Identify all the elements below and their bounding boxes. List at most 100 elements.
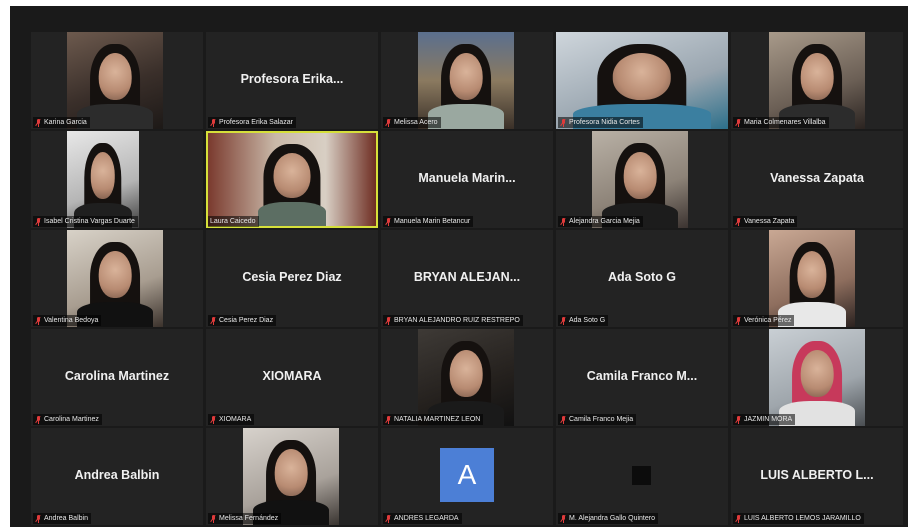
participant-name: Karina Garcia (44, 119, 87, 126)
participant-display-name: Carolina Martinez (64, 369, 170, 383)
participant-display-name: LUIS ALBERTO L... (760, 468, 874, 482)
participant-display-name: Cesia Perez Diaz (242, 270, 342, 284)
participant-name: Valentina Bedoya (44, 317, 99, 324)
mic-muted-icon (385, 118, 391, 127)
participant-nameplate: Manuela Marin Betancur (383, 216, 474, 227)
participant-tile-alejandra-garcia-mejia[interactable]: Alejandra Garcia Mejia (556, 131, 728, 228)
participant-display-name: Andrea Balbin (74, 468, 160, 482)
participant-nameplate: Profesora Erika Salazar (208, 117, 296, 128)
mic-muted-icon (210, 514, 216, 523)
participant-tile-bryan-alejandro-ruiz-restrepo[interactable]: BRYAN ALEJAN... BRYAN ALEJANDRO RUIZ RES… (381, 230, 553, 327)
participant-tile-profesora-erika-salazar[interactable]: Profesora Erika... Profesora Erika Salaz… (206, 32, 378, 129)
participant-tile-melissa-fernandez[interactable]: Melissa Fernández (206, 428, 378, 525)
participant-name: Laura Caicedo (210, 218, 256, 225)
mic-muted-icon (560, 514, 566, 523)
mic-muted-icon (385, 514, 391, 523)
participant-video (243, 428, 339, 525)
participant-nameplate: ANDRES LEGARDA (383, 513, 462, 524)
meeting-window: Karina Garcia Profesora Erika... Profeso… (10, 6, 908, 527)
participant-tile-cesia-perez-diaz[interactable]: Cesia Perez Diaz Cesia Perez Diaz (206, 230, 378, 327)
participant-video (208, 133, 376, 226)
participant-name: Alejandra Garcia Mejia (569, 218, 640, 225)
participant-name: Verónica Pérez (744, 317, 792, 324)
participant-tile-melissa-acero[interactable]: Melissa Acero (381, 32, 553, 129)
mic-muted-icon (385, 217, 391, 226)
mic-muted-icon (560, 217, 566, 226)
gallery-grid: Karina Garcia Profesora Erika... Profeso… (31, 32, 903, 525)
participant-tile-m-alejandra-gallo-quintero[interactable]: M. Alejandra Gallo Quintero (556, 428, 728, 525)
participant-name: Vanessa Zapata (744, 218, 795, 225)
mic-muted-icon (385, 415, 391, 424)
mic-muted-icon (560, 415, 566, 424)
avatar (632, 466, 651, 485)
participant-nameplate: NATALIA MARTINEZ LEON (383, 414, 484, 425)
participant-tile-andres-legarda[interactable]: A ANDRES LEGARDA (381, 428, 553, 525)
mic-muted-icon (35, 316, 41, 325)
participant-nameplate: Verónica Pérez (733, 315, 795, 326)
participant-name: Maria Colmenares Villalba (744, 119, 826, 126)
participant-video (769, 32, 865, 129)
participant-display-name: Ada Soto G (607, 270, 677, 284)
participant-name: Cesia Perez Diaz (219, 317, 274, 324)
participant-video (769, 230, 855, 327)
mic-muted-icon (560, 118, 566, 127)
participant-display-name: Manuela Marin... (418, 171, 516, 185)
participant-nameplate: Karina Garcia (33, 117, 90, 128)
participant-tile-laura-caicedo[interactable]: Laura Caicedo (206, 131, 378, 228)
participant-tile-andrea-balbin[interactable]: Andrea Balbin Andrea Balbin (31, 428, 203, 525)
participant-nameplate: Carolina Martinez (33, 414, 102, 425)
participant-tile-camila-franco-mejia[interactable]: Camila Franco M... Camila Franco Mejia (556, 329, 728, 426)
mic-muted-icon (35, 415, 41, 424)
participant-tile-luis-alberto-lemos-jaramillo[interactable]: LUIS ALBERTO L... LUIS ALBERTO LEMOS JAR… (731, 428, 903, 525)
participant-name: Melissa Acero (394, 119, 438, 126)
participant-name: Manuela Marin Betancur (394, 218, 471, 225)
participant-name: ANDRES LEGARDA (394, 515, 459, 522)
participant-tile-isabel-cristina-vargas-duarte[interactable]: Isabel Cristina Vargas Duarte (31, 131, 203, 228)
participant-name: Profesora Erika Salazar (219, 119, 293, 126)
participant-tile-veronica-perez[interactable]: Verónica Pérez (731, 230, 903, 327)
participant-nameplate: Ada Soto G (558, 315, 609, 326)
participant-display-name: Profesora Erika... (240, 72, 344, 86)
participant-nameplate: Valentina Bedoya (33, 315, 102, 326)
participant-nameplate: Maria Colmenares Villalba (733, 117, 829, 128)
participant-tile-carolina-martinez[interactable]: Carolina Martinez Carolina Martinez (31, 329, 203, 426)
participant-tile-valentina-bedoya[interactable]: Valentina Bedoya (31, 230, 203, 327)
mic-muted-icon (210, 118, 216, 127)
participant-name: BRYAN ALEJANDRO RUIZ RESTREPO (394, 317, 520, 324)
mic-muted-icon (35, 118, 41, 127)
mic-muted-icon (35, 514, 41, 523)
participant-tile-vanessa-zapata[interactable]: Vanessa Zapata Vanessa Zapata (731, 131, 903, 228)
participant-tile-natalia-martinez-leon[interactable]: NATALIA MARTINEZ LEON (381, 329, 553, 426)
participant-nameplate: Andrea Balbin (33, 513, 91, 524)
participant-display-name: XIOMARA (262, 369, 322, 383)
participant-nameplate: Profesora Nidia Cortes (558, 117, 643, 128)
participant-display-name: BRYAN ALEJAN... (413, 270, 521, 284)
mic-muted-icon (735, 514, 741, 523)
participant-video (556, 32, 728, 129)
mic-muted-icon (735, 316, 741, 325)
participant-name: XIOMARA (219, 416, 252, 423)
participant-nameplate: Camila Franco Mejia (558, 414, 637, 425)
participant-name: Ada Soto G (569, 317, 606, 324)
participant-name: LUIS ALBERTO LEMOS JARAMILLO (744, 515, 861, 522)
participant-video (67, 131, 139, 228)
participant-tile-manuela-marin-betancur[interactable]: Manuela Marin... Manuela Marin Betancur (381, 131, 553, 228)
participant-nameplate: XIOMARA (208, 414, 255, 425)
participant-tile-jazmin-mora[interactable]: JAZMIN MORA (731, 329, 903, 426)
participant-nameplate: LUIS ALBERTO LEMOS JARAMILLO (733, 513, 864, 524)
participant-nameplate: Melissa Acero (383, 117, 441, 128)
mic-muted-icon (210, 415, 216, 424)
participant-tile-xiomara[interactable]: XIOMARA XIOMARA (206, 329, 378, 426)
participant-tile-maria-colmenares-villalba[interactable]: Maria Colmenares Villalba (731, 32, 903, 129)
participant-tile-karina-garcia[interactable]: Karina Garcia (31, 32, 203, 129)
participant-video (769, 329, 865, 426)
participant-video (67, 230, 163, 327)
participant-nameplate: M. Alejandra Gallo Quintero (558, 513, 658, 524)
mic-muted-icon (210, 316, 216, 325)
participant-tile-profesora-nidia-cortes[interactable]: Profesora Nidia Cortes (556, 32, 728, 129)
participant-tile-ada-soto-g[interactable]: Ada Soto G Ada Soto G (556, 230, 728, 327)
participant-video (592, 131, 688, 228)
mic-muted-icon (560, 316, 566, 325)
mic-muted-icon (385, 316, 391, 325)
participant-nameplate: Melissa Fernández (208, 513, 282, 524)
